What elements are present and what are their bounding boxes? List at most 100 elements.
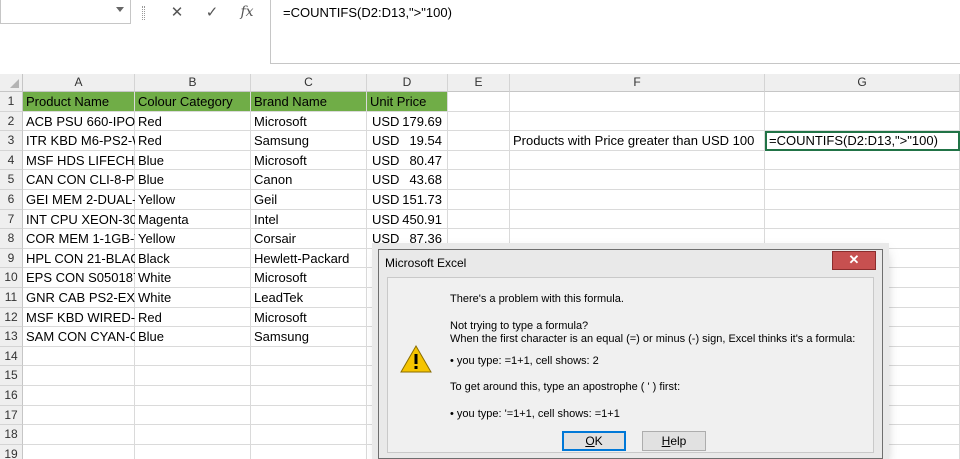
row-header-18[interactable]: 18	[0, 425, 23, 445]
row-header-1[interactable]: 1	[0, 92, 23, 112]
cell-e5[interactable]	[448, 170, 510, 190]
column-header-e[interactable]: E	[448, 74, 510, 92]
row-header-17[interactable]: 17	[0, 405, 23, 426]
cell-value-brand: Canon	[254, 172, 293, 188]
cell-g6[interactable]	[765, 190, 960, 210]
cell-b18[interactable]	[135, 425, 251, 445]
row-header-4[interactable]: 4	[0, 150, 23, 171]
column-header-f[interactable]: F	[510, 74, 765, 92]
row-header-8[interactable]: 8	[0, 229, 23, 249]
cell-b19[interactable]	[135, 444, 251, 459]
formula-input[interactable]: =COUNTIFS(D2:D13,">"100)	[270, 0, 960, 64]
select-all-corner[interactable]	[0, 74, 23, 92]
cell-f2[interactable]	[510, 111, 765, 132]
cell-c18[interactable]	[251, 425, 367, 445]
chevron-down-icon[interactable]	[116, 7, 124, 12]
cell-a15[interactable]	[23, 366, 135, 386]
cell-value-brand: Microsoft	[254, 113, 307, 129]
cell-a17[interactable]	[23, 405, 135, 426]
cell-f7[interactable]	[510, 209, 765, 230]
cell-e7[interactable]	[448, 209, 510, 230]
cell-f1[interactable]	[510, 92, 765, 112]
cell-c19[interactable]	[251, 444, 367, 459]
insert-function-icon[interactable]: fx	[232, 0, 262, 24]
cell-e4[interactable]	[448, 150, 510, 171]
cell-value-price: USD 43.68	[367, 170, 448, 190]
cell-c17[interactable]	[251, 405, 367, 426]
name-box[interactable]	[0, 0, 131, 24]
price-amount: 80.47	[409, 152, 442, 168]
cell-e6[interactable]	[448, 190, 510, 210]
cell-value-colour: Yellow	[138, 192, 176, 207]
cell-value-product: HPL CON 21-BLACK	[26, 250, 135, 266]
cell-e8[interactable]	[448, 229, 510, 249]
row-header-16[interactable]: 16	[0, 386, 23, 406]
dialog-titlebar[interactable]: Microsoft Excel ✕	[379, 250, 882, 276]
close-button[interactable]: ✕	[832, 251, 876, 270]
cell-b15[interactable]	[135, 366, 251, 386]
column-header-b[interactable]: B	[135, 74, 251, 92]
dialog-title: Microsoft Excel	[385, 256, 467, 270]
cell-f4[interactable]	[510, 150, 765, 171]
cell-f5[interactable]	[510, 170, 765, 190]
help-button[interactable]: Help	[642, 431, 706, 451]
cell-f8[interactable]	[510, 229, 765, 249]
cell-g5[interactable]	[765, 170, 960, 190]
row-header-13[interactable]: 13	[0, 327, 23, 347]
cell-e1[interactable]	[448, 92, 510, 112]
row-header-2[interactable]: 2	[0, 111, 23, 132]
cell-value-colour: Magenta	[138, 211, 189, 227]
cell-f6[interactable]	[510, 190, 765, 210]
cell-b14[interactable]	[135, 346, 251, 367]
row-header-3[interactable]: 3	[0, 131, 23, 151]
cell-value-colour: White	[138, 270, 172, 286]
row-header-12[interactable]: 12	[0, 307, 23, 328]
ok-button[interactable]: OK	[562, 431, 626, 451]
row-header-7[interactable]: 7	[0, 209, 23, 230]
column-header-c[interactable]: C	[251, 74, 367, 92]
cell-value-product: GNR CAB PS2-EXT-	[26, 290, 135, 305]
row-header-10[interactable]: 10	[0, 268, 23, 288]
cell-value-product: GEI MEM 2-DUAL-2	[26, 192, 135, 207]
active-cell-g3[interactable]: =COUNTIFS(D2:D13,">"100)	[765, 131, 960, 151]
column-header-d[interactable]: D	[367, 74, 448, 92]
price-currency: USD	[372, 211, 400, 227]
cell-value-price: USD 80.47	[367, 151, 448, 171]
cell-g1[interactable]	[765, 92, 960, 112]
cell-g8[interactable]	[765, 229, 960, 249]
row-header-9[interactable]: 9	[0, 248, 23, 269]
row-header-19[interactable]: 19	[0, 444, 23, 459]
cell-a16[interactable]	[23, 386, 135, 406]
help-rest: elp	[670, 434, 687, 448]
warning-triangle-icon	[400, 344, 432, 373]
cell-c15[interactable]	[251, 366, 367, 386]
cell-g4[interactable]	[765, 150, 960, 171]
cell-a18[interactable]	[23, 425, 135, 445]
cell-c14[interactable]	[251, 346, 367, 367]
price-amount: 179.69	[402, 113, 442, 129]
cell-g2[interactable]	[765, 111, 960, 132]
cell-e3[interactable]	[448, 131, 510, 151]
row-header-14[interactable]: 14	[0, 346, 23, 367]
cell-c16[interactable]	[251, 386, 367, 406]
row-header-5[interactable]: 5	[0, 170, 23, 190]
row-header-11[interactable]: 11	[0, 288, 23, 308]
header-brand: Brand Name	[254, 94, 327, 109]
price-amount: 450.91	[402, 211, 442, 227]
cell-b17[interactable]	[135, 405, 251, 426]
header-colour: Colour Category	[138, 94, 233, 109]
row-header-15[interactable]: 15	[0, 366, 23, 386]
cell-e2[interactable]	[448, 111, 510, 132]
cell-g7[interactable]	[765, 209, 960, 230]
row-header-6[interactable]: 6	[0, 190, 23, 210]
cell-a14[interactable]	[23, 346, 135, 367]
header-price: Unit Price	[370, 94, 427, 109]
column-header-a[interactable]: A	[23, 74, 135, 92]
column-header-g[interactable]: G	[765, 74, 960, 92]
cell-b16[interactable]	[135, 386, 251, 406]
cancel-icon[interactable]: ✕	[162, 0, 192, 24]
formula-bar-separator[interactable]	[142, 6, 145, 20]
cell-a19[interactable]	[23, 444, 135, 459]
cell-value-product: ACB PSU 660-IPOW	[26, 113, 135, 129]
enter-icon[interactable]: ✓	[197, 0, 227, 24]
